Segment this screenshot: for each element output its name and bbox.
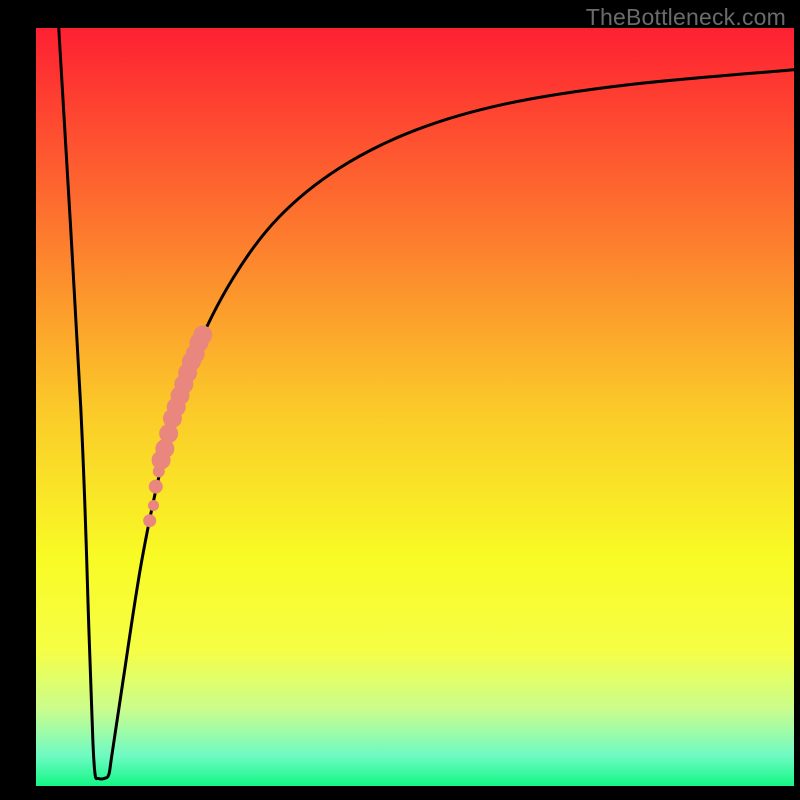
chart-svg [0,0,800,800]
highlight-marker [148,500,159,511]
highlight-marker [149,480,163,494]
highlight-marker [193,325,212,344]
watermark-text: TheBottleneck.com [586,4,786,31]
chart-plot-area [36,28,794,786]
bottleneck-chart: TheBottleneck.com [0,0,800,800]
highlight-marker [143,514,156,527]
